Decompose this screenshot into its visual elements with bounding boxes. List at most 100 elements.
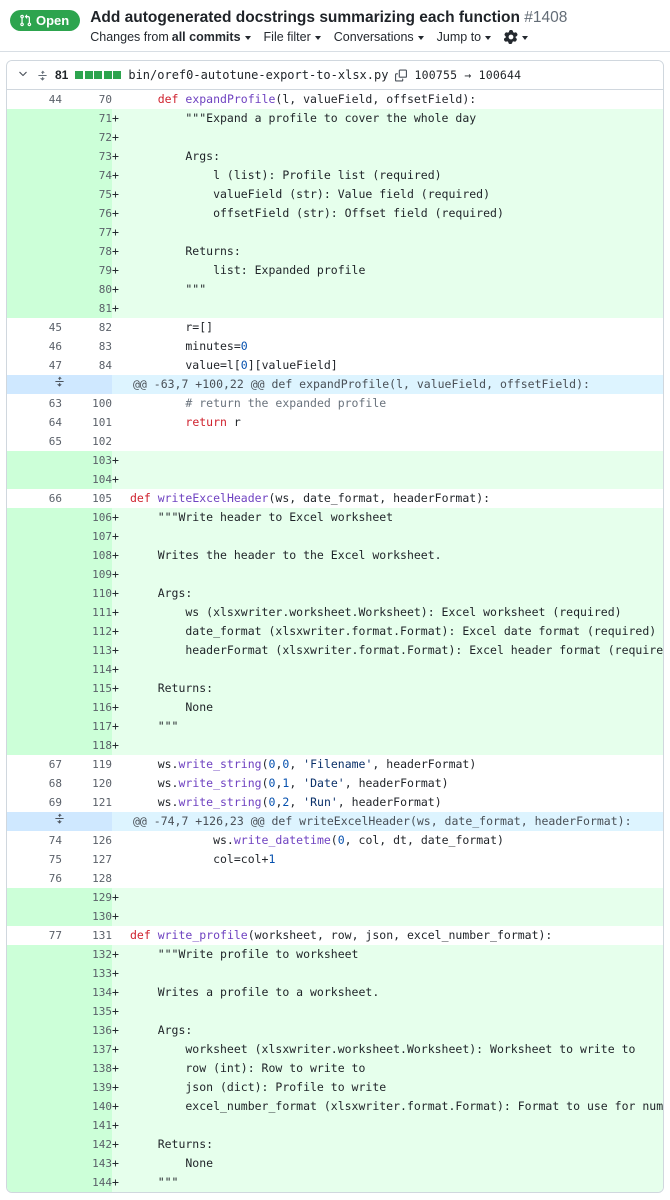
line-number-old[interactable] bbox=[7, 242, 62, 262]
line-number-old[interactable] bbox=[7, 1097, 62, 1117]
line-number-new[interactable]: 119 bbox=[62, 755, 112, 775]
line-number-new[interactable]: 73 bbox=[62, 147, 112, 167]
line-number-new[interactable]: 121 bbox=[62, 793, 112, 813]
line-number-old[interactable] bbox=[7, 1040, 62, 1060]
file-filter-menu[interactable]: File filter bbox=[264, 30, 321, 44]
chevron-down-icon[interactable] bbox=[17, 68, 29, 82]
line-number-new[interactable]: 140 bbox=[62, 1097, 112, 1117]
line-number-new[interactable]: 117 bbox=[62, 717, 112, 737]
line-number-old[interactable] bbox=[7, 622, 62, 642]
line-number-new[interactable]: 71 bbox=[62, 109, 112, 129]
line-number-old[interactable]: 75 bbox=[7, 850, 62, 870]
line-number-new[interactable]: 84 bbox=[62, 356, 112, 376]
line-number-new[interactable]: 81 bbox=[62, 299, 112, 319]
line-number-old[interactable]: 64 bbox=[7, 413, 62, 433]
line-number-old[interactable] bbox=[7, 299, 62, 319]
line-number-new[interactable]: 133 bbox=[62, 964, 112, 984]
line-number-new[interactable]: 83 bbox=[62, 337, 112, 357]
line-number-old[interactable] bbox=[7, 261, 62, 281]
line-number-new[interactable]: 108 bbox=[62, 546, 112, 566]
line-number-old[interactable] bbox=[7, 508, 62, 528]
line-number-new[interactable]: 128 bbox=[62, 869, 112, 889]
line-number-old[interactable]: 67 bbox=[7, 755, 62, 775]
line-number-new[interactable]: 144 bbox=[62, 1173, 112, 1193]
file-path[interactable]: bin/oref0-autotune-export-to-xlsx.py bbox=[128, 68, 388, 82]
line-number-old[interactable]: 63 bbox=[7, 394, 62, 414]
line-number-old[interactable] bbox=[7, 717, 62, 737]
line-number-new[interactable]: 79 bbox=[62, 261, 112, 281]
line-number-old[interactable] bbox=[7, 527, 62, 547]
expand-lines-button[interactable] bbox=[7, 375, 112, 395]
line-number-new[interactable]: 78 bbox=[62, 242, 112, 262]
line-number-old[interactable] bbox=[7, 888, 62, 908]
diff-settings-menu[interactable] bbox=[504, 30, 529, 45]
line-number-new[interactable]: 134 bbox=[62, 983, 112, 1003]
line-number-new[interactable]: 120 bbox=[62, 774, 112, 794]
line-number-old[interactable] bbox=[7, 679, 62, 699]
line-number-new[interactable]: 82 bbox=[62, 318, 112, 338]
line-number-new[interactable]: 116 bbox=[62, 698, 112, 718]
line-number-new[interactable]: 112 bbox=[62, 622, 112, 642]
line-number-new[interactable]: 102 bbox=[62, 432, 112, 452]
line-number-new[interactable]: 72 bbox=[62, 128, 112, 148]
line-number-new[interactable]: 113 bbox=[62, 641, 112, 661]
line-number-old[interactable] bbox=[7, 451, 62, 471]
line-number-old[interactable] bbox=[7, 1078, 62, 1098]
line-number-new[interactable]: 137 bbox=[62, 1040, 112, 1060]
line-number-new[interactable]: 142 bbox=[62, 1135, 112, 1155]
line-number-old[interactable]: 76 bbox=[7, 869, 62, 889]
conversations-menu[interactable]: Conversations bbox=[334, 30, 424, 44]
line-number-new[interactable]: 101 bbox=[62, 413, 112, 433]
line-number-new[interactable]: 106 bbox=[62, 508, 112, 528]
line-number-new[interactable]: 103 bbox=[62, 451, 112, 471]
changes-from-menu[interactable]: Changes from all commits bbox=[90, 30, 251, 44]
line-number-new[interactable]: 114 bbox=[62, 660, 112, 680]
line-number-old[interactable] bbox=[7, 128, 62, 148]
expand-lines-button[interactable] bbox=[7, 812, 112, 832]
line-number-old[interactable] bbox=[7, 1021, 62, 1041]
line-number-new[interactable]: 129 bbox=[62, 888, 112, 908]
line-number-new[interactable]: 130 bbox=[62, 907, 112, 927]
line-number-new[interactable]: 118 bbox=[62, 736, 112, 756]
line-number-new[interactable]: 77 bbox=[62, 223, 112, 243]
line-number-old[interactable] bbox=[7, 660, 62, 680]
line-number-new[interactable]: 115 bbox=[62, 679, 112, 699]
line-number-old[interactable] bbox=[7, 147, 62, 167]
line-number-old[interactable] bbox=[7, 584, 62, 604]
line-number-old[interactable]: 66 bbox=[7, 489, 62, 509]
line-number-old[interactable] bbox=[7, 1173, 62, 1193]
line-number-new[interactable]: 70 bbox=[62, 90, 112, 110]
line-number-old[interactable] bbox=[7, 280, 62, 300]
line-number-new[interactable]: 107 bbox=[62, 527, 112, 547]
line-number-new[interactable]: 136 bbox=[62, 1021, 112, 1041]
line-number-new[interactable]: 75 bbox=[62, 185, 112, 205]
line-number-old[interactable] bbox=[7, 1135, 62, 1155]
line-number-new[interactable]: 126 bbox=[62, 831, 112, 851]
line-number-new[interactable]: 132 bbox=[62, 945, 112, 965]
line-number-old[interactable]: 46 bbox=[7, 337, 62, 357]
line-number-new[interactable]: 127 bbox=[62, 850, 112, 870]
line-number-old[interactable] bbox=[7, 945, 62, 965]
line-number-old[interactable]: 45 bbox=[7, 318, 62, 338]
line-number-old[interactable]: 44 bbox=[7, 90, 62, 110]
line-number-old[interactable]: 69 bbox=[7, 793, 62, 813]
line-number-old[interactable] bbox=[7, 1002, 62, 1022]
line-number-old[interactable] bbox=[7, 964, 62, 984]
line-number-new[interactable]: 141 bbox=[62, 1116, 112, 1136]
line-number-new[interactable]: 135 bbox=[62, 1002, 112, 1022]
copy-icon[interactable] bbox=[395, 69, 408, 82]
line-number-old[interactable] bbox=[7, 109, 62, 129]
line-number-old[interactable]: 65 bbox=[7, 432, 62, 452]
line-number-new[interactable]: 139 bbox=[62, 1078, 112, 1098]
line-number-old[interactable]: 77 bbox=[7, 926, 62, 946]
line-number-old[interactable] bbox=[7, 983, 62, 1003]
line-number-old[interactable]: 68 bbox=[7, 774, 62, 794]
line-number-old[interactable] bbox=[7, 603, 62, 623]
line-number-old[interactable] bbox=[7, 185, 62, 205]
line-number-new[interactable]: 143 bbox=[62, 1154, 112, 1174]
line-number-old[interactable] bbox=[7, 204, 62, 224]
line-number-new[interactable]: 76 bbox=[62, 204, 112, 224]
line-number-old[interactable] bbox=[7, 907, 62, 927]
line-number-new[interactable]: 131 bbox=[62, 926, 112, 946]
jump-to-menu[interactable]: Jump to bbox=[437, 30, 492, 44]
